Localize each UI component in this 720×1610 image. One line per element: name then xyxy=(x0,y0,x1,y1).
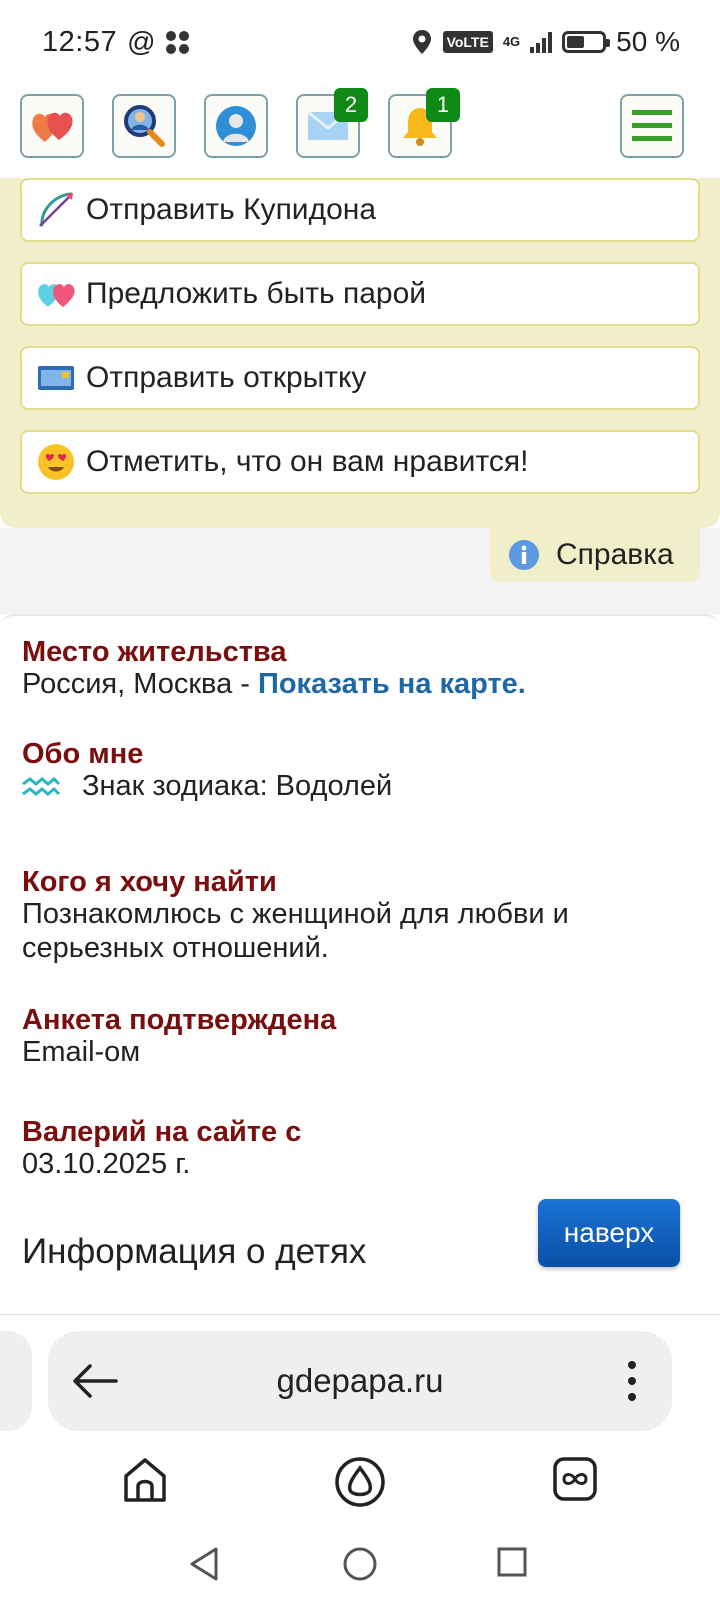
top-nav: 2 1 xyxy=(0,84,720,178)
hearts-button[interactable] xyxy=(20,94,84,158)
battery-icon xyxy=(562,31,611,53)
aquarius-icon xyxy=(22,776,60,796)
actions-panel: Отправить Купидона Предложить быть парой… xyxy=(0,178,720,528)
system-nav-bar xyxy=(0,1524,720,1610)
nav-back-icon[interactable] xyxy=(188,1546,220,1582)
scroll-to-top-button[interactable]: наверх xyxy=(538,1199,680,1267)
signal-icon xyxy=(530,31,553,53)
send-cupid-label: Отправить Купидона xyxy=(86,193,377,226)
postcard-icon xyxy=(36,358,76,398)
messages-badge: 2 xyxy=(334,88,368,122)
tabs-icon[interactable] xyxy=(552,1456,598,1502)
profile-button[interactable] xyxy=(204,94,268,158)
looking-for-line1: Познакомлюсь с женщиной для любви и xyxy=(22,898,569,930)
info-icon xyxy=(509,540,539,570)
send-cupid-button[interactable]: Отправить Купидона xyxy=(20,178,700,242)
nav-home-icon[interactable] xyxy=(342,1546,378,1582)
more-menu-icon[interactable] xyxy=(628,1361,636,1401)
nav-recents-icon[interactable] xyxy=(496,1546,528,1578)
volte-icon: VoLTE xyxy=(442,31,493,53)
verified-heading: Анкета подтверждена xyxy=(22,1004,337,1036)
send-postcard-button[interactable]: Отправить открытку xyxy=(20,346,700,410)
profile-icon xyxy=(216,106,256,146)
heart-eyes-emoji-icon xyxy=(36,442,76,482)
address-bar[interactable]: gdepapa.ru xyxy=(48,1331,672,1431)
verified-value: Email-ом xyxy=(22,1036,141,1068)
hamburger-icon xyxy=(632,110,672,141)
help-button[interactable]: Справка xyxy=(490,528,700,582)
notifications-button[interactable]: 1 xyxy=(388,88,460,158)
looking-for-heading: Кого я хочу найти xyxy=(22,866,277,898)
hearts-icon xyxy=(32,112,73,142)
network-type: 4G xyxy=(502,34,521,49)
looking-for-line2: серьезных отношений. xyxy=(22,932,329,964)
search-person-icon xyxy=(124,105,165,147)
notifications-badge: 1 xyxy=(426,88,460,122)
browser-bar: gdepapa.ru xyxy=(0,1314,720,1444)
show-on-map-link[interactable]: Показать на карте. xyxy=(258,668,526,700)
about-heading: Обо мне xyxy=(22,738,144,770)
app-dots-icon xyxy=(165,30,189,54)
assistant-icon[interactable] xyxy=(334,1456,386,1508)
member-since-heading: Валерий на сайте с xyxy=(22,1116,302,1148)
children-info-title: Информация о детях xyxy=(22,1232,367,1271)
like-label: Отметить, что он вам нравится! xyxy=(86,445,529,478)
like-button[interactable]: Отметить, что он вам нравится! xyxy=(20,430,700,494)
cupid-bow-icon xyxy=(36,190,76,230)
propose-couple-button[interactable]: Предложить быть парой xyxy=(20,262,700,326)
member-since-value: 03.10.2025 г. xyxy=(22,1148,191,1180)
send-postcard-label: Отправить открытку xyxy=(86,361,367,394)
messages-button[interactable]: 2 xyxy=(296,88,368,158)
back-arrow-icon[interactable] xyxy=(72,1363,118,1399)
propose-couple-label: Предложить быть парой xyxy=(86,277,427,310)
at-icon: @ xyxy=(127,26,156,57)
menu-button[interactable] xyxy=(620,94,684,158)
bottom-app-bar xyxy=(0,1444,720,1524)
battery-label: 50 % xyxy=(616,26,680,57)
home-icon[interactable] xyxy=(122,1456,168,1504)
status-bar: 12:57 @ VoLTE 4G 50 % xyxy=(0,0,720,84)
zodiac-label: Знак зодиака: Водолей xyxy=(82,770,393,802)
residence-heading: Место жительства xyxy=(22,636,287,668)
search-button[interactable] xyxy=(112,94,176,158)
tab-switcher-stub[interactable] xyxy=(0,1331,32,1431)
location-icon xyxy=(412,30,431,54)
residence-value: Россия, Москва - Показать на карте. xyxy=(22,668,526,700)
zodiac-row: Знак зодиака: Водолей xyxy=(22,770,392,803)
status-time: 12:57 xyxy=(42,25,118,58)
help-label: Справка xyxy=(556,538,674,571)
url-text: gdepapa.ru xyxy=(276,1362,444,1399)
app-screen: 12:57 @ VoLTE 4G 50 % 2 1 Отправить Купи… xyxy=(0,0,720,1610)
two-hearts-icon xyxy=(36,274,76,314)
